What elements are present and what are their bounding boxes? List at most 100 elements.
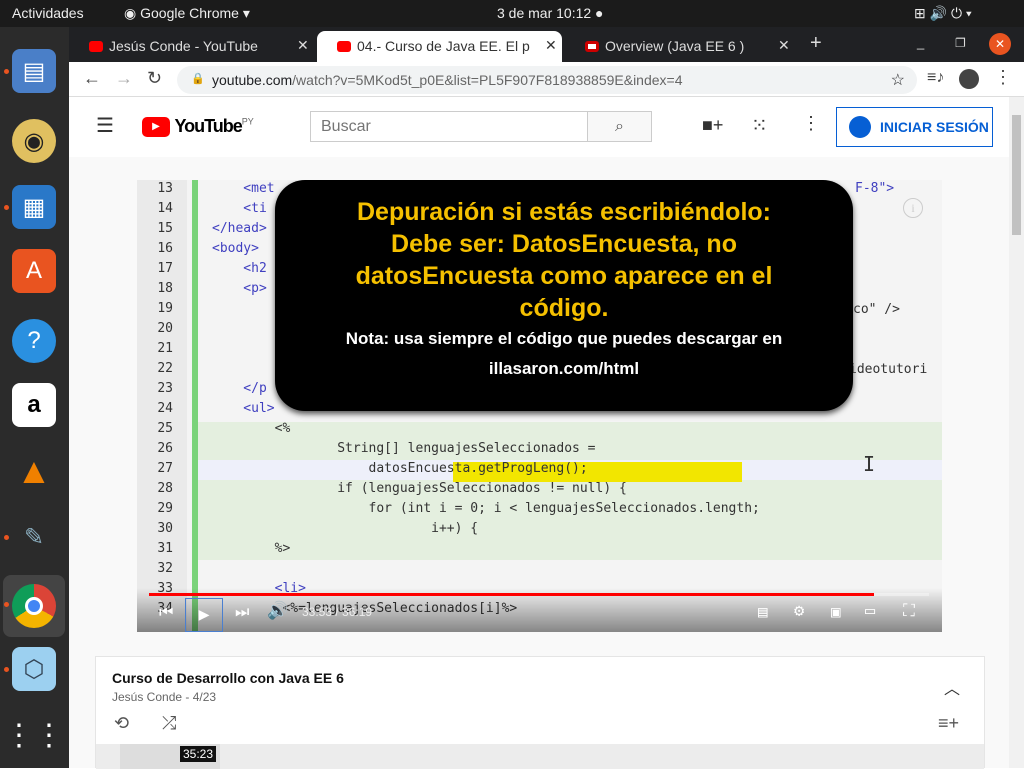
youtube-play-icon: ▶ bbox=[142, 116, 170, 137]
media-control-icon[interactable]: ≡♪ bbox=[927, 69, 944, 87]
activities-button[interactable]: Actividades bbox=[12, 5, 84, 21]
tab-jesus-conde[interactable]: Jesús Conde - YouTube ✕ bbox=[69, 31, 314, 62]
writer-icon[interactable]: ▦ bbox=[12, 185, 56, 229]
lock-icon: 🔒 bbox=[191, 73, 205, 85]
play-button[interactable]: ▶ bbox=[185, 598, 223, 632]
oracle-favicon-icon bbox=[585, 41, 599, 52]
amazon-icon[interactable]: a bbox=[12, 383, 56, 427]
code-line: </head> bbox=[212, 221, 267, 236]
theater-mode-icon[interactable]: ▭ bbox=[865, 601, 875, 621]
vlc-icon[interactable]: ▲ bbox=[12, 449, 56, 493]
paint-icon[interactable]: ✎ bbox=[12, 515, 56, 559]
forward-button[interactable]: → bbox=[115, 68, 133, 89]
annotation-overlay: Depuración si estás escribiéndolo: Debe … bbox=[275, 180, 853, 411]
close-tab-icon[interactable]: ✕ bbox=[542, 37, 557, 54]
subtitles-icon[interactable]: ▤ bbox=[758, 602, 768, 621]
video-thumbnail[interactable]: 35:23 bbox=[120, 744, 220, 769]
menu-icon[interactable]: ⋮ bbox=[994, 67, 1012, 88]
volume-icon[interactable]: 🔊 bbox=[267, 601, 288, 621]
minimize-button[interactable]: _ bbox=[917, 35, 924, 50]
system-tray[interactable]: ⊞ 🔊 ⏻ ▾ bbox=[914, 5, 972, 22]
close-window-button[interactable]: ✕ bbox=[989, 33, 1011, 55]
show-apps-icon[interactable]: ⋮⋮ bbox=[4, 713, 64, 757]
virtualbox-icon[interactable]: ⬡ bbox=[12, 647, 56, 691]
software-icon[interactable]: A bbox=[12, 249, 56, 293]
reload-button[interactable]: ↻ bbox=[147, 68, 162, 89]
settings-dots-icon[interactable]: ⋮ bbox=[802, 113, 820, 134]
playlist-title[interactable]: Curso de Desarrollo con Java EE 6 bbox=[112, 670, 344, 686]
line-number: 19 bbox=[157, 301, 173, 316]
line-number: 16 bbox=[157, 241, 173, 256]
text-cursor-icon: I bbox=[863, 452, 876, 476]
line-number: 22 bbox=[157, 361, 173, 376]
scrollbar[interactable] bbox=[1009, 97, 1024, 768]
line-number: 26 bbox=[157, 441, 173, 456]
maximize-button[interactable]: ❐ bbox=[955, 36, 966, 50]
previous-icon[interactable]: ⏮ bbox=[159, 602, 173, 622]
new-tab-button[interactable]: + bbox=[810, 32, 822, 55]
chrome-dock-icon[interactable] bbox=[3, 575, 65, 637]
apps-grid-icon[interactable]: ⁙ bbox=[751, 113, 768, 138]
next-icon[interactable]: ⏭ bbox=[235, 602, 249, 622]
address-bar[interactable]: 🔒 youtube.com/watch?v=5MKod5t_p0E&list=PL… bbox=[177, 66, 917, 94]
code-line: for (int i = 0; i < lenguajesSeleccionad… bbox=[212, 501, 760, 516]
profile-icon[interactable] bbox=[959, 69, 979, 89]
overlay-line: Debe ser: DatosEncuesta, no bbox=[391, 230, 737, 258]
code-fragment: F-8"> bbox=[855, 181, 895, 196]
code-line: datosEncuesta.getProgLeng(); bbox=[212, 461, 588, 476]
line-number: 31 bbox=[157, 541, 173, 556]
overlay-line: código. bbox=[519, 294, 609, 322]
fullscreen-icon[interactable]: ⛶ bbox=[903, 601, 915, 621]
app-menu[interactable]: ◉ Google Chrome ▾ bbox=[124, 5, 250, 22]
dock: ▤ ◉ ▦ A ? a ▲ ✎ ⬡ ⋮⋮ bbox=[0, 27, 69, 768]
back-button[interactable]: ← bbox=[83, 68, 101, 89]
hamburger-menu-icon[interactable]: ☰ bbox=[96, 113, 114, 138]
playlist-subtitle: Jesús Conde - 4/23 bbox=[112, 690, 217, 704]
overlay-line: Depuración si estás escribiéndolo: bbox=[356, 198, 771, 226]
info-icon[interactable]: i bbox=[903, 198, 923, 218]
clock[interactable]: 3 de mar 10:12 ● bbox=[497, 5, 604, 21]
code-line: <body> bbox=[212, 241, 259, 256]
tab-strip: Jesús Conde - YouTube ✕ 04.- Curso de Jav… bbox=[69, 27, 1024, 62]
create-video-icon[interactable]: ■+ bbox=[702, 115, 723, 136]
line-number: 17 bbox=[157, 261, 173, 276]
line-number: 29 bbox=[157, 501, 173, 516]
line-number: 14 bbox=[157, 201, 173, 216]
youtube-favicon-icon bbox=[337, 41, 351, 52]
search-button[interactable]: ⌕ bbox=[587, 111, 652, 142]
sign-in-button[interactable]: INICIAR SESIÓN bbox=[836, 107, 993, 147]
close-tab-icon[interactable]: ✕ bbox=[297, 37, 309, 54]
progress-bar[interactable] bbox=[149, 593, 929, 596]
close-tab-icon[interactable]: ✕ bbox=[778, 37, 790, 54]
search-input[interactable] bbox=[310, 111, 588, 142]
bookmark-star-icon[interactable]: ☆ bbox=[891, 70, 905, 90]
overlay-note: illasaron.com/html bbox=[488, 359, 640, 378]
youtube-favicon-icon bbox=[89, 41, 103, 52]
video-player[interactable]: 13 <met 14 <ti 15 </head> 16 <body> 17 <h2 18 <… bbox=[137, 180, 942, 632]
loop-icon[interactable]: ⟲ bbox=[114, 713, 129, 734]
overlay-line: datosEncuesta como aparece en el bbox=[355, 262, 773, 290]
line-number: 32 bbox=[157, 561, 173, 576]
code-line: if (lenguajesSeleccionados != null) { bbox=[212, 481, 627, 496]
collapse-chevron-icon[interactable]: ︿ bbox=[944, 675, 960, 699]
rhythmbox-icon[interactable]: ◉ bbox=[12, 119, 56, 163]
tab-overview-javaee[interactable]: Overview (Java EE 6 ) ✕ bbox=[565, 31, 795, 62]
line-number: 13 bbox=[157, 181, 173, 196]
youtube-header: ☰ ▶ YouTubePY ⌕ ■+ ⁙ ⋮ INICIAR SESIÓN bbox=[69, 97, 1009, 157]
save-playlist-icon[interactable]: ≡+ bbox=[938, 713, 959, 734]
shuffle-icon[interactable]: ⤮ bbox=[162, 713, 176, 734]
help-icon[interactable]: ? bbox=[12, 319, 56, 363]
code-line: <met bbox=[212, 181, 275, 196]
files-icon[interactable]: ▤ bbox=[12, 49, 56, 93]
code-fragment: ideotutori bbox=[849, 362, 928, 377]
tab-curso-java[interactable]: 04.- Curso de Java EE. El p ✕ bbox=[317, 31, 562, 62]
line-number: 28 bbox=[157, 481, 173, 496]
youtube-logo[interactable]: ▶ YouTubePY bbox=[142, 116, 254, 137]
settings-hd-icon[interactable]: ⚙ bbox=[794, 601, 804, 621]
line-number: 30 bbox=[157, 521, 173, 536]
line-number: 15 bbox=[157, 221, 173, 236]
system-top-bar: Actividades ◉ Google Chrome ▾ 3 de mar 1… bbox=[0, 0, 1024, 27]
code-line: i++) { bbox=[212, 521, 479, 536]
code-line: <p> bbox=[212, 281, 267, 296]
miniplayer-icon[interactable]: ▣ bbox=[831, 602, 841, 621]
